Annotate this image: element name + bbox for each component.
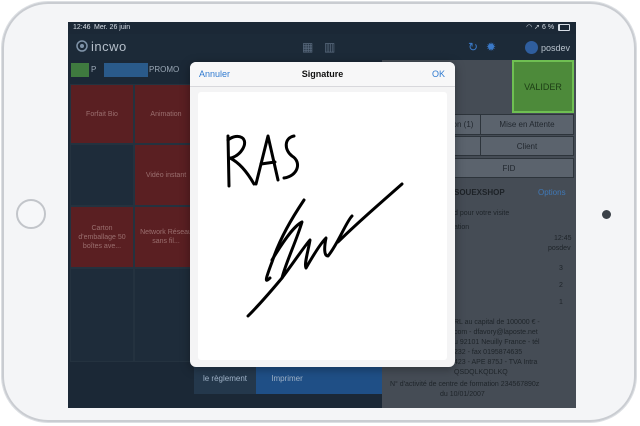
signature-modal: Annuler Signature OK [190,62,455,367]
modal-navbar: Annuler Signature OK [190,62,455,87]
front-camera [602,210,611,219]
signature-drawing [226,134,404,318]
modal-title: Signature [301,69,344,79]
home-button[interactable] [16,199,46,229]
signature-pad[interactable] [198,92,447,360]
ok-button[interactable]: OK [432,69,445,79]
ipad-frame: 12:46 Mer. 26 juin ◠ ➚ 6 % incwo ▦ ▥ ↻ ✹ [2,2,636,422]
